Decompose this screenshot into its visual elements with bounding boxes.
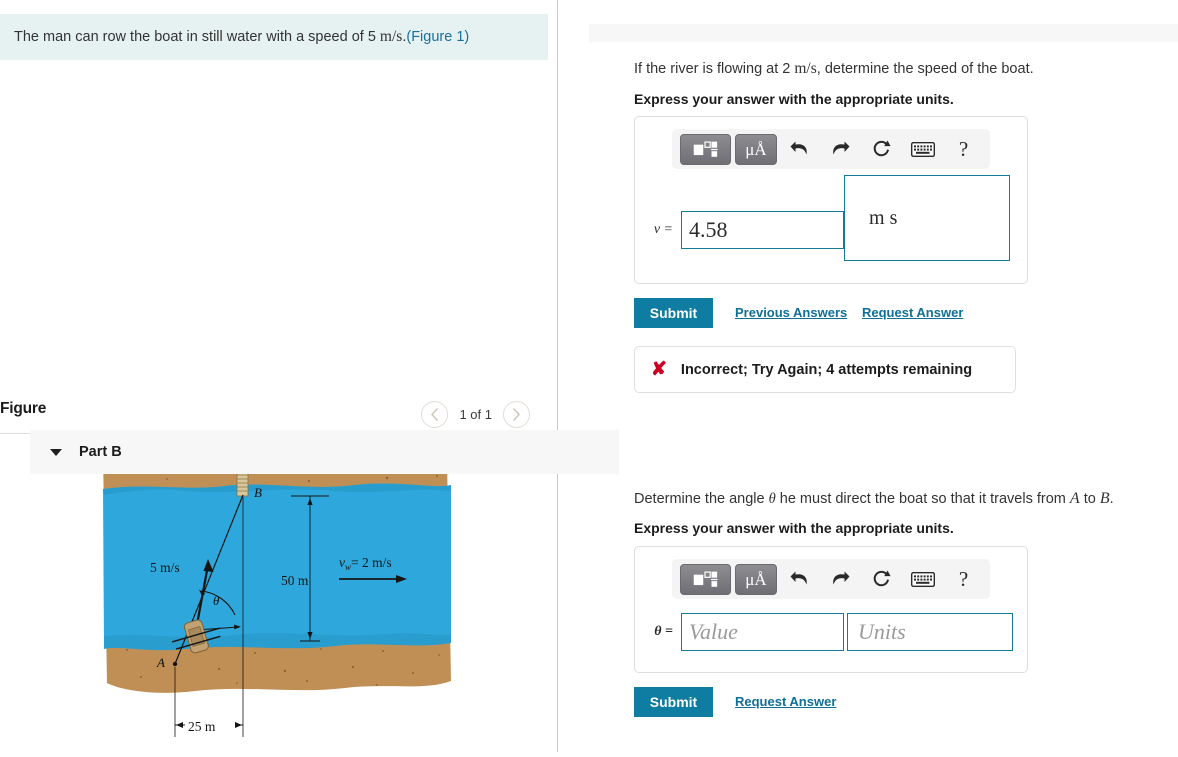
undo-glyph xyxy=(790,141,808,154)
part-b-answer-row: θ = Value Units xyxy=(635,599,1027,667)
units-micro-angstrom-icon[interactable]: μÅ xyxy=(734,133,778,165)
label-point-b: B xyxy=(254,485,262,500)
redo-arrow-icon[interactable] xyxy=(822,134,859,165)
label-offset-25m: 25 m xyxy=(188,719,216,734)
part-a-request-answer-link[interactable]: Request Answer xyxy=(862,305,963,320)
part-a-header-strip xyxy=(589,24,1178,42)
part-b-q-a: A xyxy=(1069,490,1080,507)
part-a-submit-button[interactable]: Submit xyxy=(634,298,713,328)
part-b-q-mid: he must direct the boat so that it trave… xyxy=(775,491,1070,507)
label-theta: θ xyxy=(213,593,220,608)
help-icon[interactable]: ? xyxy=(945,134,982,165)
water-velocity-value: = 2 m/s xyxy=(351,555,392,570)
figure-title: Figure xyxy=(0,400,47,417)
part-a-units-numerator: m xyxy=(869,206,885,229)
figure-1-link[interactable]: (Figure 1) xyxy=(406,29,469,45)
reset-circle-icon[interactable] xyxy=(863,564,900,595)
part-a-answer-box: μÅ ? v = 4.58 m s xyxy=(634,116,1028,284)
redo-arrow-icon[interactable] xyxy=(822,564,859,595)
part-b-question: Determine the angle θ he must direct the… xyxy=(634,488,1144,510)
reset-glyph xyxy=(873,570,891,586)
part-b-toolbar: μÅ ? xyxy=(672,559,990,599)
part-a-instruction: Express your answer with the appropriate… xyxy=(634,91,954,107)
part-b-answer-box: μÅ ? θ = Value Units xyxy=(634,546,1028,673)
point-a-dot xyxy=(172,661,178,667)
part-a-previous-answers-link[interactable]: Previous Answers xyxy=(735,305,847,320)
units-micro-angstrom-icon[interactable]: μÅ xyxy=(734,563,778,595)
part-b-q-end: . xyxy=(1109,491,1114,507)
part-a-answer-row: v = 4.58 m s xyxy=(635,169,1027,277)
problem-statement: The man can row the boat in still water … xyxy=(0,14,548,60)
part-a-feedback: ✘ Incorrect; Try Again; 4 attempts remai… xyxy=(634,346,1016,393)
dock-at-b xyxy=(236,470,249,497)
part-b-q-to: to xyxy=(1079,491,1100,507)
label-boat-speed: 5 m/s xyxy=(150,560,180,575)
keyboard-icon[interactable] xyxy=(904,134,941,165)
keyboard-glyph xyxy=(910,571,935,587)
figure-counter: 1 of 1 xyxy=(459,407,492,422)
part-b-instruction: Express your answer with the appropriate… xyxy=(634,520,954,536)
part-a-question-after: , determine the speed of the boat. xyxy=(816,61,1034,77)
chevron-left-icon[interactable] xyxy=(421,401,449,428)
undo-glyph xyxy=(790,571,808,584)
part-a-feedback-text: Incorrect; Try Again; 4 attempts remaini… xyxy=(680,361,973,378)
reset-circle-icon[interactable] xyxy=(863,134,900,165)
part-a-units-fraction: m s xyxy=(855,207,897,230)
part-b-label: Part B xyxy=(79,444,122,460)
math-template-glyph xyxy=(694,571,718,587)
left-panel: The man can row the boat in still water … xyxy=(0,0,558,752)
redo-glyph xyxy=(833,571,850,584)
part-b-q-theta: θ xyxy=(768,491,776,507)
part-b-value-input[interactable]: Value xyxy=(681,613,844,651)
page-root: The man can row the boat in still water … xyxy=(0,0,1178,752)
label-point-a: A xyxy=(156,655,165,670)
part-a-toolbar: μÅ ? xyxy=(672,129,990,169)
chevron-right-glyph xyxy=(513,408,520,421)
label-width-50m: 50 m xyxy=(281,573,309,588)
part-a-units-input[interactable]: m s xyxy=(844,175,1010,261)
part-b-submit-button[interactable]: Submit xyxy=(634,687,713,717)
part-b-q-b: B xyxy=(1099,490,1110,507)
part-a-question-unit: m/s xyxy=(794,60,817,77)
math-template-glyph xyxy=(694,141,718,157)
redo-glyph xyxy=(833,141,850,154)
undo-arrow-icon[interactable] xyxy=(781,564,818,595)
part-a-question: If the river is flowing at 2 m/s, determ… xyxy=(634,58,1104,80)
problem-text-before: The man can row the boat in still water … xyxy=(14,29,380,45)
units-icon-label: μÅ xyxy=(745,139,767,159)
part-b-q-before: Determine the angle xyxy=(634,491,769,507)
part-a-units-denominator: s xyxy=(889,206,898,229)
math-template-icon[interactable] xyxy=(680,133,731,165)
part-b-header[interactable]: Part B xyxy=(30,430,619,474)
part-a-variable-label: v = xyxy=(653,222,673,237)
river-boat-diagram: B A 5 m/s θ 50 m vw= 2 m/s 25 m xyxy=(95,445,465,752)
part-b-units-input[interactable]: Units xyxy=(847,613,1013,651)
undo-arrow-icon[interactable] xyxy=(781,134,818,165)
part-b-variable-label: θ = xyxy=(654,624,673,639)
x-mark-icon: ✘ xyxy=(651,359,667,380)
units-icon-label: μÅ xyxy=(745,569,767,589)
math-template-icon[interactable] xyxy=(680,563,731,595)
chevron-left-glyph xyxy=(431,408,439,421)
river-diagram-svg: B A 5 m/s θ 50 m vw= 2 m/s 25 m xyxy=(103,447,451,737)
figure-navigation: 1 of 1 xyxy=(421,401,530,428)
reset-glyph xyxy=(873,140,891,156)
part-b-request-answer-link[interactable]: Request Answer xyxy=(735,694,836,709)
keyboard-icon[interactable] xyxy=(904,564,941,595)
part-a-value-input[interactable]: 4.58 xyxy=(681,211,844,249)
chevron-right-icon[interactable] xyxy=(503,401,530,428)
help-icon[interactable]: ? xyxy=(945,564,982,595)
caret-down-icon[interactable] xyxy=(50,448,62,456)
problem-unit: m/s xyxy=(379,28,403,45)
part-a-question-before: If the river is flowing at 2 xyxy=(634,61,795,77)
keyboard-glyph xyxy=(910,141,935,157)
figure-header: Figure 1 of 1 xyxy=(0,398,548,434)
